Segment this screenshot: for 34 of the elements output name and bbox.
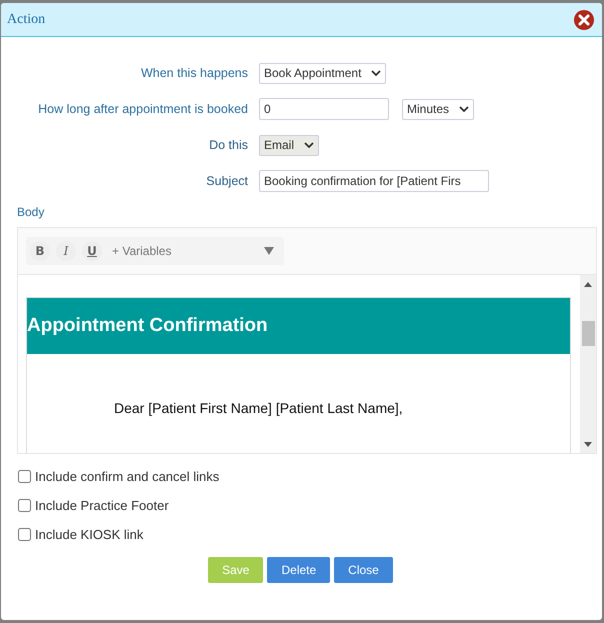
field-label: Subject <box>205 174 249 188</box>
dropdown[interactable]: Book Appointment <box>259 62 386 84</box>
checkbox[interactable] <box>18 470 31 483</box>
input-field[interactable]: Booking confirmation for [Patient Firs <box>259 170 489 192</box>
delete-button[interactable]: Delete <box>267 557 330 583</box>
caret-icon <box>264 247 274 255</box>
field-label: When this happens <box>140 66 249 80</box>
field-label: How long after appointment is booked <box>37 102 249 116</box>
checkbox-label: Include Practice Footer <box>35 498 169 513</box>
window-title: Action <box>7 12 46 28</box>
variables-dropdown[interactable]: + Variables <box>106 237 284 265</box>
close-button[interactable]: Close <box>334 557 393 583</box>
body-label: Body <box>17 205 46 221</box>
field-label: Do this <box>208 138 249 152</box>
greeting-text: Dear [Patient First Name] [Patient Last Name], <box>114 400 403 416</box>
input-field[interactable]: 0 <box>259 98 389 120</box>
email-heading: Appointment Confirmation <box>27 298 570 354</box>
checkbox[interactable] <box>18 499 31 512</box>
checkbox-label: Include KIOSK link <box>35 527 144 542</box>
scrollbar-thumb[interactable] <box>582 321 594 346</box>
checkbox[interactable] <box>18 528 31 541</box>
close-icon[interactable] <box>574 10 594 30</box>
chevron-icon <box>459 106 470 112</box>
chevron-icon <box>304 142 314 148</box>
italic-button[interactable]: I <box>56 241 76 261</box>
checkbox-label: Include confirm and cancel links <box>35 469 220 484</box>
underline-button[interactable]: U <box>82 241 102 261</box>
chevron-icon <box>371 70 382 76</box>
scroll-up-icon[interactable] <box>584 282 592 287</box>
dropdown[interactable]: Email <box>259 134 320 156</box>
scrollbar[interactable] <box>580 275 596 453</box>
dropdown[interactable]: Minutes <box>402 98 474 120</box>
bold-button[interactable]: B <box>30 241 50 261</box>
scroll-down-icon[interactable] <box>584 442 592 447</box>
